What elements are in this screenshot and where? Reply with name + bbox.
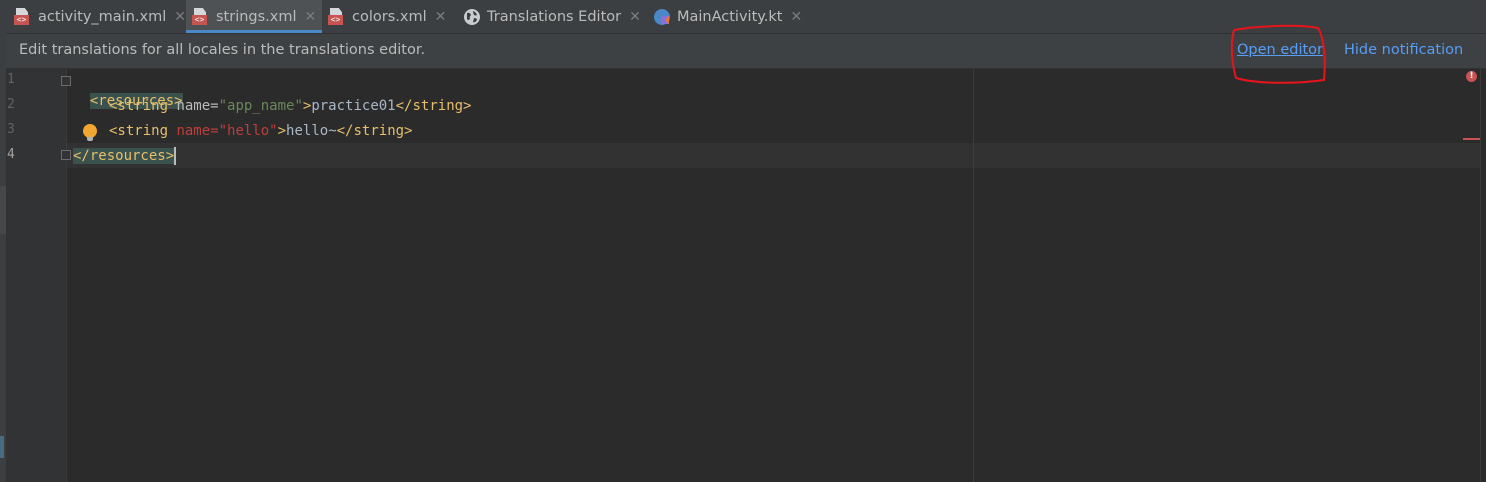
xml-file-icon (192, 8, 210, 26)
globe-icon (463, 8, 481, 26)
editor-scrollbar[interactable] (1480, 69, 1486, 482)
tab-translations-editor[interactable]: Translations Editor ✕ (463, 0, 643, 33)
fold-marker-icon[interactable] (61, 150, 71, 160)
attr-name-error: name= (176, 123, 219, 139)
notification-message: Edit translations for all locales in the… (19, 42, 426, 58)
xml-file-icon (14, 8, 32, 26)
line-number: 1 (7, 72, 15, 87)
left-tool-strip (0, 0, 7, 482)
resources-close-tag: </resources> (73, 148, 175, 164)
line-number: 4 (7, 147, 15, 162)
close-icon[interactable]: ✕ (790, 9, 802, 25)
hide-notification-link[interactable]: Hide notification (1344, 42, 1463, 58)
right-margin-guide (973, 69, 974, 482)
lightbulb-icon[interactable] (83, 124, 97, 141)
tag-bracket: > (277, 123, 287, 139)
close-icon[interactable]: ✕ (629, 9, 641, 25)
line-number: 2 (7, 97, 15, 112)
tab-label: activity_main.xml (37, 8, 167, 25)
string-open-tag: <string (109, 123, 177, 139)
error-indicator-icon[interactable]: ! (1466, 71, 1477, 82)
close-icon[interactable]: ✕ (435, 9, 447, 25)
tab-label: colors.xml (352, 8, 427, 25)
string-open-tag: <string (109, 98, 177, 114)
code-line-3: <string name="hello">hello~</string> (109, 121, 412, 141)
text-caret (174, 147, 177, 165)
line-number: 3 (7, 122, 15, 137)
tool-window-stripe[interactable] (0, 186, 6, 234)
tab-label: Translations Editor (487, 8, 622, 25)
tab-label: MainActivity.kt (677, 8, 783, 25)
current-line-highlight (67, 143, 1480, 168)
string-close-tag: </string> (395, 98, 472, 114)
translations-notification-bar: Edit translations for all locales in the… (6, 34, 1486, 69)
fold-marker-icon[interactable] (61, 76, 71, 86)
open-editor-link[interactable]: Open editor (1237, 42, 1323, 58)
attr-value: "app_name" (218, 98, 303, 114)
tab-colors-xml[interactable]: colors.xml ✕ (328, 0, 458, 33)
tab-activity-main-xml[interactable]: activity_main.xml ✕ (14, 0, 186, 33)
string-text: hello~ (286, 123, 337, 139)
close-icon[interactable]: ✕ (305, 9, 317, 25)
code-line-4: </resources> (73, 146, 177, 166)
xml-file-icon (328, 8, 346, 26)
editor-tab-bar: activity_main.xml ✕ strings.xml ✕ colors… (6, 0, 1486, 34)
attr-value-error: "hello" (218, 123, 278, 139)
error-stripe-mark[interactable] (1463, 138, 1480, 140)
code-line-2: <string name="app_name">practice01</stri… (109, 96, 471, 116)
kotlin-file-icon (653, 8, 671, 26)
tool-window-stripe-active[interactable] (0, 436, 4, 458)
tab-label: strings.xml (216, 8, 297, 25)
tab-mainactivity-kt[interactable]: MainActivity.kt ✕ (653, 0, 813, 33)
attr-name: name= (176, 98, 219, 114)
tab-strings-xml[interactable]: strings.xml ✕ (186, 0, 322, 33)
string-close-tag: </string> (336, 123, 413, 139)
string-text: practice01 (311, 98, 396, 114)
close-icon[interactable]: ✕ (174, 9, 186, 25)
